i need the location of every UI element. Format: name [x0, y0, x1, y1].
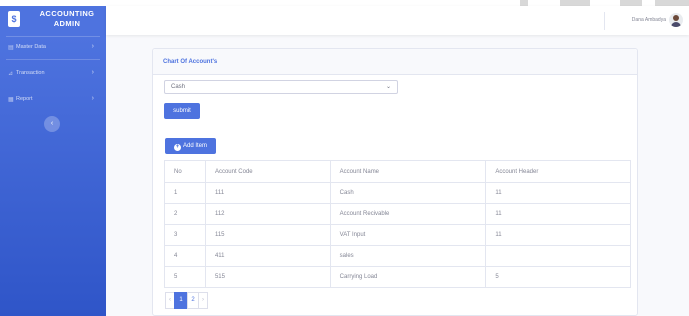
cell-no: 2	[164, 203, 206, 225]
account-select[interactable]: Cash ⌄	[164, 80, 398, 94]
table-row: 5 515 Carrying Load 5	[164, 266, 631, 288]
cell-account-code: 111	[204, 182, 331, 204]
chevron-right-icon: ›	[91, 95, 94, 102]
cell-no: 3	[164, 224, 206, 246]
table-row: 3 115 VAT Input 11	[164, 224, 631, 246]
cell-account-name: Account Recivable	[329, 203, 487, 225]
cell-account-code: 112	[204, 203, 331, 225]
user-name[interactable]: Dana Ambadya	[606, 17, 666, 23]
table-icon: ▦	[8, 97, 14, 103]
cell-account-code: 115	[204, 224, 331, 246]
sidebar-item-transaction[interactable]: ⊿ Transaction ›	[0, 68, 106, 82]
cell-account-name: sales	[329, 245, 487, 267]
sidebar-toggle-button[interactable]: ‹	[44, 116, 60, 132]
cell-account-header: 11	[485, 203, 631, 225]
folder-icon: ▤	[8, 45, 14, 51]
table-row: 2 112 Account Recivable 11	[164, 203, 631, 225]
avatar-head	[673, 15, 679, 21]
sidebar-item-master-data[interactable]: ▤ Master Data ›	[0, 42, 106, 56]
topbar: Dana Ambadya	[106, 6, 689, 35]
cell-account-code: 515	[204, 266, 331, 288]
cell-account-name: VAT Input	[329, 224, 487, 246]
cell-no: 4	[164, 245, 206, 267]
column-header-account-name: Account Name	[329, 160, 487, 183]
cell-account-name: Cash	[329, 182, 487, 204]
pagination-next[interactable]: ›	[198, 292, 208, 309]
sidebar-item-label: Transaction	[16, 70, 45, 76]
brand-line-2: ADMIN	[53, 19, 81, 28]
table-row: 1 111 Cash 11	[164, 182, 631, 204]
receipt-icon: $	[8, 11, 20, 27]
pagination: ‹ 1 2 ›	[165, 292, 208, 310]
topbar-divider	[604, 12, 605, 30]
sidebar-divider	[6, 36, 100, 37]
avatar-body	[671, 22, 681, 27]
sidebar-item-report[interactable]: ▦ Report ›	[0, 94, 106, 108]
avatar[interactable]	[669, 13, 683, 27]
table-row: 4 411 sales	[164, 245, 631, 267]
chevron-down-icon: ⌄	[385, 84, 391, 90]
sidebar: $ ACCOUNTING ADMIN ▤ Master Data › ⊿ Tra…	[0, 6, 106, 316]
column-header-account-header: Account Header	[485, 160, 631, 183]
account-select-value: Cash	[171, 84, 186, 90]
chart-of-accounts-card: Chart Of Account's Cash ⌄ submit + Add It…	[152, 48, 638, 316]
cell-account-name: Carrying Load	[329, 266, 487, 288]
cell-no: 1	[164, 182, 206, 204]
cell-no: 5	[164, 266, 206, 288]
brand-line-1: ACCOUNTING	[39, 9, 95, 18]
cell-account-header: 11	[485, 224, 631, 246]
card-title: Chart Of Account's	[163, 59, 218, 65]
sidebar-item-label: Report	[16, 96, 33, 102]
table-header-row: No Account Code Account Name Account Hea…	[164, 160, 631, 183]
chevron-right-icon: ›	[91, 69, 94, 76]
card-header: Chart Of Account's	[153, 49, 637, 75]
chevron-right-icon: ›	[91, 43, 94, 50]
column-header-no: No	[164, 160, 206, 183]
chevron-left-icon: ‹	[50, 120, 54, 127]
sidebar-brand[interactable]: $ ACCOUNTING ADMIN	[0, 6, 106, 36]
chart-icon: ⊿	[8, 71, 14, 77]
brand-title: ACCOUNTING ADMIN	[32, 9, 102, 29]
cell-account-header	[485, 245, 631, 267]
pagination-page-1[interactable]: 1	[174, 292, 188, 309]
submit-button[interactable]: submit	[164, 103, 200, 119]
cell-account-header: 11	[485, 182, 631, 204]
column-header-account-code: Account Code	[204, 160, 331, 183]
cell-account-code: 411	[204, 245, 331, 267]
add-item-label: Add Item	[182, 143, 207, 149]
plus-circle-icon: +	[173, 144, 181, 151]
add-item-button[interactable]: + Add Item	[165, 138, 216, 154]
sidebar-item-label: Master Data	[16, 44, 46, 50]
accounts-table: No Account Code Account Name Account Hea…	[164, 160, 631, 288]
cell-account-header: 5	[485, 266, 631, 288]
sidebar-divider	[6, 59, 100, 60]
